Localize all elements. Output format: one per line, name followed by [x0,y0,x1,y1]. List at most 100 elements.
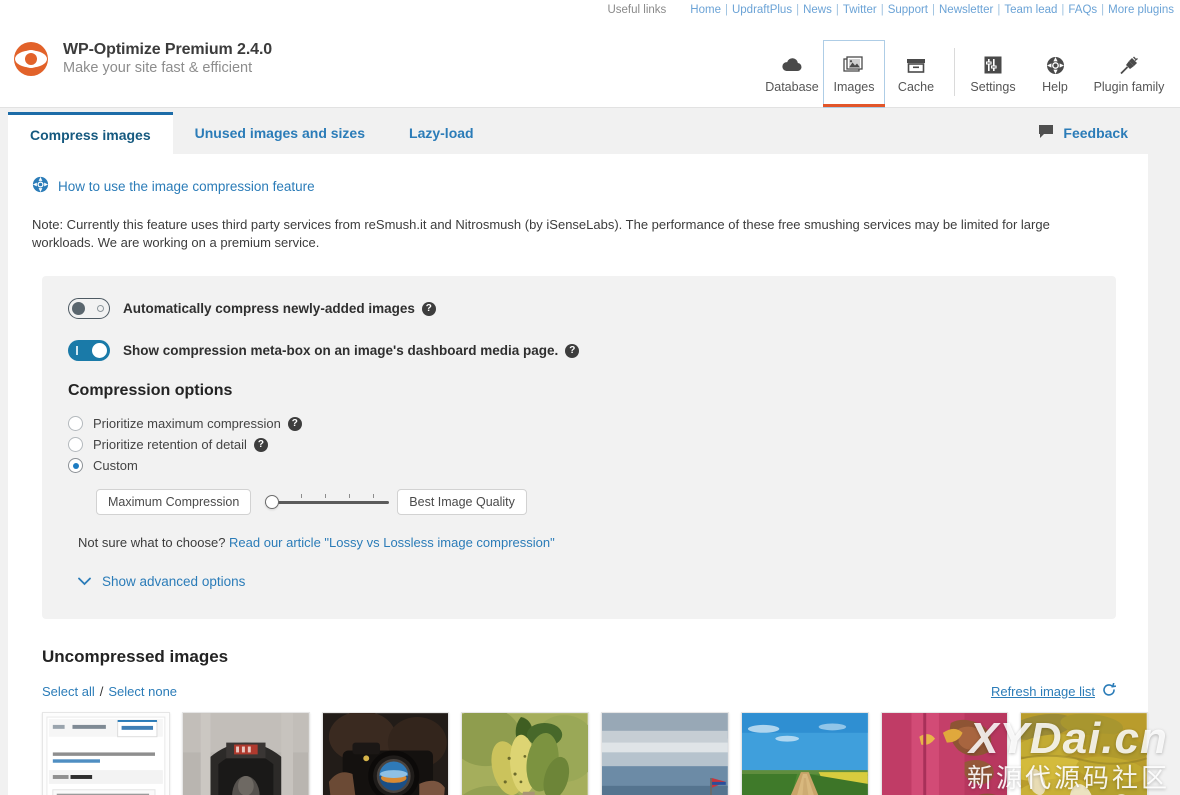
pink-peeling-wall-thumbnail[interactable] [880,712,1009,795]
main-navigation: Database Images Cache Settings Help Plug… [761,40,1172,108]
coastal-cliff-thumbnail[interactable] [601,712,729,795]
help-icon[interactable]: ? [287,416,302,431]
app-title: WP-Optimize Premium 2.4.0 [63,41,273,58]
archive-box-icon [905,52,927,78]
useful-link-newsletter[interactable]: Newsletter [939,4,993,16]
slider-max-label: Best Image Quality [397,489,527,515]
link-separator: | [724,4,728,16]
nav-item-help[interactable]: Help [1024,40,1086,108]
nav-item-plugin-family[interactable]: Plugin family [1086,40,1172,108]
app-header: WP-Optimize Premium 2.4.0 Make your site… [0,20,1180,108]
speech-bubble-icon [1038,124,1054,142]
yellow-corn-cobs-thumbnail[interactable] [1020,712,1148,795]
useful-link-team-lead[interactable]: Team lead [1004,4,1057,16]
nav-item-settings[interactable]: Settings [962,40,1024,108]
link-separator: | [880,4,884,16]
plug-icon [1119,52,1139,78]
lossy-vs-lossless-link[interactable]: Read our article "Lossy vs Lossless imag… [229,535,555,550]
tab-label: Unused images and sizes [194,125,366,141]
radio-prioritize-maximum-compression[interactable] [68,416,83,431]
radio-row-max-compression[interactable]: Prioritize maximum compression ? [68,414,1090,433]
choose-prefix: Not sure what to choose? [78,535,230,550]
radio-custom[interactable] [68,458,83,473]
uncompressed-images-title: Uncompressed images [42,647,229,666]
nav-label-database: Database [765,80,819,94]
auto-compress-label: Automatically compress newly-added image… [123,301,415,316]
help-icon[interactable]: ? [253,437,268,452]
country-road-field-thumbnail[interactable] [740,712,869,795]
show-metabox-label: Show compression meta-box on an image's … [123,343,559,358]
show-metabox-toggle-row: Show compression meta-box on an image's … [68,340,1090,361]
wp-optimize-logo-icon [10,38,52,80]
dark-archway-thumbnail[interactable] [181,712,310,795]
radio-label: Prioritize retention of detail [93,437,247,452]
radio-row-custom[interactable]: Custom [68,456,1090,475]
slider-tick [349,494,351,498]
slider-track [265,501,390,504]
quality-slider-row: Maximum Compression Best Image Quality [96,489,1090,515]
useful-link-news[interactable]: News [803,4,832,16]
useful-links-label: Useful links [607,4,667,16]
useful-link-updraftplus[interactable]: UpdraftPlus [732,4,792,16]
nav-label-images: Images [833,80,875,94]
show-metabox-toggle[interactable] [68,340,110,361]
useful-link-more-plugins[interactable]: More plugins [1108,4,1174,16]
useful-links-bar: Useful links Home | UpdraftPlus | News | Tw… [0,0,1180,20]
app-subtitle: Make your site fast & efficient [63,60,253,76]
select-all-link[interactable]: Select all [42,684,95,699]
help-icon[interactable]: ? [421,301,436,316]
settings-screenshot-thumbnail[interactable] [42,712,170,795]
link-separator: | [1061,4,1065,16]
tab-bar: Compress images Unused images and sizes … [8,108,1148,154]
quality-slider[interactable] [259,493,390,511]
slider-thumb[interactable] [265,495,280,509]
tab-label: Compress images [30,126,151,143]
toggle-knob [92,343,107,358]
slider-tick [301,494,303,498]
nav-item-cache[interactable]: Cache [885,40,947,108]
how-to-use-link[interactable]: How to use the image compression feature [8,154,1148,196]
uncompressed-images-grid [42,712,1148,795]
compression-options-title: Compression options [68,382,233,399]
slider-tick [373,494,375,498]
useful-link-support[interactable]: Support [888,4,928,16]
auto-compress-toggle-row: Automatically compress newly-added image… [68,298,1090,319]
refresh-icon [1102,682,1117,700]
show-metabox-label-group: Show compression meta-box on an image's … [123,343,580,358]
brand-text: WP-Optimize Premium 2.4.0 Make your site… [63,40,272,78]
nav-label-plugin-family: Plugin family [1093,80,1165,94]
chevron-down-icon [78,574,91,589]
tab-unused-images-and-sizes[interactable]: Unused images and sizes [173,112,387,154]
link-separator: | [932,4,935,16]
tab-lazy-load[interactable]: Lazy-load [387,112,496,154]
nav-item-database[interactable]: Database [761,40,823,108]
help-icon[interactable]: ? [565,343,580,358]
useful-link-faqs[interactable]: FAQs [1068,4,1097,16]
refresh-image-list-button[interactable]: Refresh image list [990,682,1117,700]
feedback-label: Feedback [1063,125,1128,141]
photographer-camera-thumbnail[interactable] [321,712,450,795]
useful-link-twitter[interactable]: Twitter [843,4,877,16]
auto-compress-toggle[interactable] [68,298,110,319]
nav-item-images[interactable]: Images [823,40,885,108]
radio-row-retention-detail[interactable]: Prioritize retention of detail ? [68,435,1090,454]
cloud-icon [781,52,803,78]
sliders-icon [984,52,1002,78]
radio-label-group: Prioritize retention of detail ? [93,435,268,454]
radio-prioritize-retention-of-detail[interactable] [68,437,83,452]
how-to-use-label: How to use the image compression feature [58,178,315,194]
compression-settings-panel: Automatically compress newly-added image… [42,276,1116,619]
radio-label: Custom [93,458,138,473]
show-advanced-options-label: Show advanced options [102,574,246,589]
select-none-link[interactable]: Select none [108,684,177,699]
papaya-fruit-thumbnail[interactable] [461,712,589,795]
show-advanced-options-toggle[interactable]: Show advanced options [78,574,1090,589]
useful-link-home[interactable]: Home [690,4,721,16]
feedback-link[interactable]: Feedback [1038,124,1148,154]
slider-tick [325,494,327,498]
nav-divider [954,48,955,96]
tab-compress-images[interactable]: Compress images [8,112,173,154]
refresh-image-list-label: Refresh image list [990,684,1095,699]
toggle-ghost [97,304,104,312]
auto-compress-label-group: Automatically compress newly-added image… [123,301,436,316]
